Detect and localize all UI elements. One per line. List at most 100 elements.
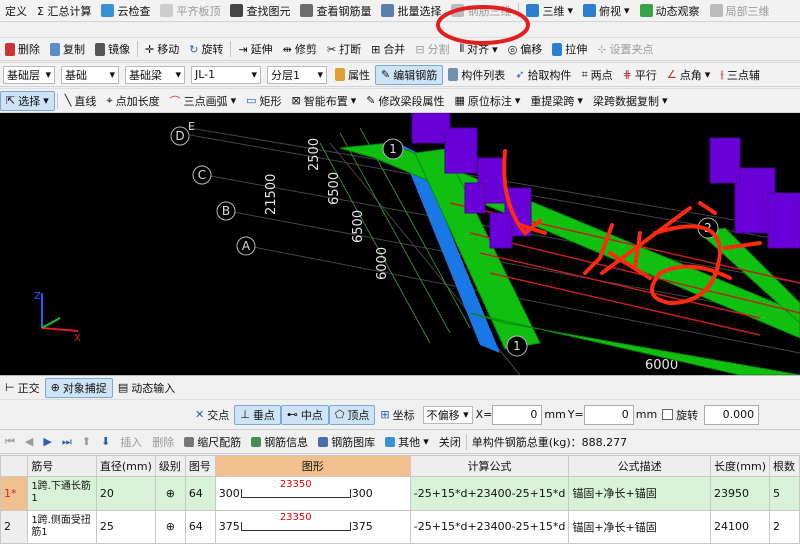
delete-button[interactable]: 删除 [0, 39, 45, 59]
move-button[interactable]: ✛ 移动 [140, 39, 184, 59]
modify-beam-button[interactable]: ✎ 修改梁段属性 [361, 91, 449, 111]
col-header-length[interactable]: 长度(mm) [709, 454, 771, 478]
move-up-button[interactable]: ⬆ [77, 432, 96, 452]
cloud-check-button[interactable]: 云检查 [96, 1, 155, 21]
rotate-input[interactable]: 0.000 [704, 404, 760, 425]
extend-button[interactable]: ⇥ 延伸 [233, 39, 277, 59]
align-button[interactable]: ⫴ 对齐 ▾ [455, 39, 503, 59]
split-button[interactable]: ⊟ 分割 [410, 39, 454, 59]
offset-mode-select[interactable]: 不偏移 ▾ [422, 405, 473, 424]
stretch-button[interactable]: 拉伸 [547, 39, 592, 59]
component-list-button[interactable]: 构件列表 [443, 65, 510, 85]
code-select[interactable]: JL-1 ▾ [191, 65, 261, 84]
delete-row-button[interactable]: 删除 [147, 432, 179, 452]
ortho-toggle[interactable]: ⊢ 正交 [0, 378, 45, 398]
col-header-formula[interactable]: 计算公式 [409, 454, 570, 478]
rebar-3d-button[interactable]: 钢筋三维 [446, 1, 516, 21]
set-grip-button[interactable]: ⊹ 设置夹点 [592, 39, 658, 59]
rebar-length[interactable]: 24100 [709, 509, 771, 544]
view-rebar-qty-button[interactable]: 查看钢筋量 [295, 1, 376, 21]
rebar-shape[interactable]: 300 23350 300 [214, 476, 411, 511]
pick-component-button[interactable]: ➶ 拾取构件 [510, 65, 576, 85]
col-header-grade[interactable]: 级别 [154, 454, 186, 478]
properties-button[interactable]: 属性 [330, 65, 375, 85]
smart-layout-button[interactable]: ⊠ 智能布置 ▾ [287, 91, 362, 111]
other-button[interactable]: 其他 ▾ [380, 432, 434, 452]
x-input[interactable]: 0 [492, 404, 543, 425]
rebar-library-button[interactable]: 钢筋图库 [313, 432, 380, 452]
two-point-button[interactable]: ⌗ 两点 [576, 65, 617, 85]
perpendicular-snap[interactable]: ⊥ 垂点 [234, 404, 281, 425]
rebar-desc[interactable]: 锚固+净长+锚固 [568, 509, 711, 544]
rebar-grade[interactable]: ⊕ [154, 509, 186, 544]
category-select[interactable]: 基础 ▾ [61, 65, 119, 84]
table-row[interactable]: 1* 1跨.下通长筋1 20 ⊕ 64 300 23350 300 -25+15*d… [0, 476, 800, 511]
first-record-button[interactable]: ⏮ [0, 432, 20, 452]
type-select[interactable]: 基础梁 ▾ [125, 65, 185, 84]
break-button[interactable]: ✂ 打断 [322, 39, 366, 59]
rebar-figure[interactable]: 64 [184, 476, 216, 511]
3d-model-canvas[interactable]: D E C B A 2500 21500 6500 6500 6000 6000 [0, 113, 800, 375]
3d-button[interactable]: 三维 ▾ [521, 1, 578, 21]
col-header-name[interactable]: 筋号 [27, 454, 97, 478]
rectangle-button[interactable]: ▭ 矩形 [241, 91, 286, 111]
dynamic-observe-button[interactable]: 动态观察 [635, 1, 705, 21]
last-record-button[interactable]: ⏭ [57, 432, 77, 452]
rebar-length[interactable]: 23950 [709, 476, 771, 511]
align-slab-top-button[interactable]: 平齐板顶 [155, 1, 225, 21]
vertex-snap[interactable]: ⬠ 顶点 [328, 404, 376, 425]
scale-rebar-button[interactable]: 缩尺配筋 [179, 432, 246, 452]
three-point-aux-button[interactable]: ⫲ 三点辅 [715, 65, 765, 85]
edit-rebar-button[interactable]: ✎ 编辑钢筋 [375, 64, 444, 85]
close-button[interactable]: 关闭 [434, 432, 466, 452]
layer-select[interactable]: 分层1 ▾ [267, 65, 327, 84]
y-input[interactable]: 0 [583, 404, 634, 425]
mirror-button[interactable]: 镜像 [90, 39, 135, 59]
trim-button[interactable]: ⇹ 修剪 [278, 39, 322, 59]
3d-viewport[interactable]: D E C B A 2500 21500 6500 6500 6000 6000 [0, 113, 800, 375]
rebar-formula[interactable]: -25+15*d+23400-25+15*d [409, 476, 570, 511]
midpoint-snap[interactable]: ⊷ 中点 [280, 404, 329, 425]
rebar-name[interactable]: 1跨.侧面受扭筋1 [27, 509, 97, 544]
three-point-arc-button[interactable]: ⌒ 三点画弧 ▾ [165, 91, 242, 111]
line-button[interactable]: ╲ 直线 [60, 91, 102, 111]
batch-select-button[interactable]: 批量选择 [376, 1, 446, 21]
floor-select[interactable]: 基础层 ▾ [3, 65, 55, 84]
top-view-button[interactable]: 俯视 ▾ [578, 1, 635, 21]
rebar-grade[interactable]: ⊕ [154, 476, 186, 511]
next-record-button[interactable]: ▶ [38, 432, 56, 452]
rebar-formula[interactable]: -25+15*d+23400-25+15*d [409, 509, 570, 544]
point-angle-button[interactable]: ∠ 点角 ▾ [662, 65, 715, 85]
parallel-button[interactable]: ⋕ 平行 [618, 65, 662, 85]
in-situ-label-button[interactable]: ▦ 原位标注 ▾ [449, 91, 525, 111]
recalc-span-button[interactable]: 重提梁跨 ▾ [525, 91, 588, 111]
span-data-copy-button[interactable]: 梁跨数据复制 ▾ [588, 91, 673, 111]
select-button[interactable]: ⇱ 选择 ▾ [0, 90, 55, 111]
object-snap-toggle[interactable]: ⊕ 对象捕捉 [44, 377, 113, 398]
merge-button[interactable]: ⊞ 合并 [366, 39, 410, 59]
copy-button[interactable]: 复制 [45, 39, 90, 59]
rebar-diameter[interactable]: 25 [95, 509, 156, 544]
col-header-figure[interactable]: 图号 [184, 454, 216, 478]
point-length-button[interactable]: ⌖ 点加长度 [101, 91, 164, 111]
define-button[interactable]: 定义 [0, 1, 32, 21]
offset-button[interactable]: ◎ 偏移 [503, 39, 548, 59]
col-header-count[interactable]: 根数 [769, 454, 800, 478]
col-header-desc[interactable]: 公式描述 [568, 454, 711, 478]
insert-button[interactable]: 插入 [115, 432, 147, 452]
rotate-checkbox[interactable] [662, 409, 674, 420]
find-element-button[interactable]: 查找图元 [225, 1, 295, 21]
summary-calc-button[interactable]: Σ 汇总计算 [32, 1, 96, 21]
rebar-figure[interactable]: 64 [184, 509, 216, 544]
rebar-shape[interactable]: 375 23350 375 [214, 509, 411, 544]
local-3d-button[interactable]: 局部三维 [705, 1, 775, 21]
col-header-diameter[interactable]: 直径(mm) [95, 454, 156, 478]
rebar-info-button[interactable]: 钢筋信息 [246, 432, 313, 452]
rebar-desc[interactable]: 锚固+净长+锚固 [568, 476, 711, 511]
coordinate-snap[interactable]: ⊞ 坐标 [375, 405, 419, 425]
rebar-diameter[interactable]: 20 [95, 476, 156, 511]
dynamic-input-toggle[interactable]: ▤ 动态输入 [113, 378, 180, 398]
move-down-button[interactable]: ⬇ [96, 432, 115, 452]
rebar-name[interactable]: 1跨.下通长筋1 [27, 476, 97, 511]
col-header-shape[interactable]: 图形 [214, 454, 411, 478]
